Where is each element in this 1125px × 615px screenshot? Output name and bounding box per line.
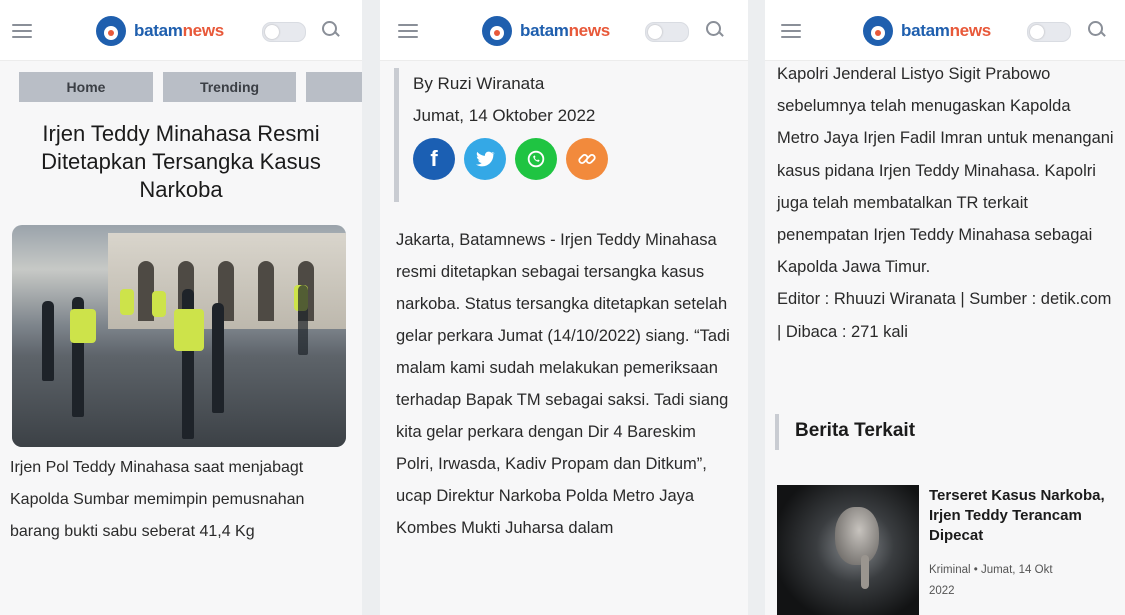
phone-screen-2: batamnews By Ruzi Wiranata Jumat, 14 Okt… xyxy=(380,0,748,615)
logo-text-news: news xyxy=(949,21,992,40)
whatsapp-icon xyxy=(527,150,545,168)
share-facebook-button[interactable]: f xyxy=(413,138,455,180)
logo-text-news: news xyxy=(568,21,611,40)
search-icon[interactable] xyxy=(705,20,723,40)
article-body: Jakarta, Batamnews - Irjen Teddy Minahas… xyxy=(396,231,730,537)
related-section-title: Berita Terkait xyxy=(795,420,916,441)
logo-mark-icon xyxy=(482,16,512,46)
search-icon[interactable] xyxy=(321,20,339,40)
search-icon[interactable] xyxy=(1087,20,1105,40)
publish-date: Jumat, 14 Oktober 2022 xyxy=(413,106,596,125)
link-icon xyxy=(578,154,596,164)
share-whatsapp-button[interactable] xyxy=(515,138,557,180)
share-copy-link-button[interactable] xyxy=(566,138,608,180)
related-headline-link[interactable]: Terseret Kasus Narkoba, Irjen Teddy Tera… xyxy=(929,486,1109,546)
logo-text-news: news xyxy=(182,21,225,40)
dark-mode-toggle[interactable] xyxy=(262,22,306,42)
phone-screen-3: batamnews Kapolri Jenderal Listyo Sigit … xyxy=(765,0,1125,615)
meta-accent-bar xyxy=(394,68,399,202)
site-logo[interactable]: batamnews xyxy=(482,14,610,48)
article-photo xyxy=(12,225,346,447)
nav-home-button[interactable]: Home xyxy=(19,72,153,102)
article-body-continued: Kapolri Jenderal Listyo Sigit Prabowo se… xyxy=(777,58,1115,348)
related-accent-bar xyxy=(775,414,779,450)
top-header: batamnews xyxy=(0,0,362,61)
logo-text-batam: batam xyxy=(134,21,183,40)
photo-caption: Irjen Pol Teddy Minahasa saat menjabagt … xyxy=(10,459,305,540)
logo-text-batam: batam xyxy=(520,21,569,40)
share-twitter-button[interactable] xyxy=(464,138,506,180)
related-thumbnail[interactable] xyxy=(777,485,919,615)
top-header: batamnews xyxy=(380,0,748,61)
related-meta: Kriminal • Jumat, 14 Okt 2022 xyxy=(929,564,1053,597)
top-header: batamnews xyxy=(765,0,1125,61)
logo-text-batam: batam xyxy=(901,21,950,40)
twitter-icon xyxy=(475,151,496,167)
logo-mark-icon xyxy=(863,16,893,46)
article-text: Kapolri Jenderal Listyo Sigit Prabowo se… xyxy=(777,65,1114,277)
site-logo[interactable]: batamnews xyxy=(863,14,991,48)
menu-icon[interactable] xyxy=(781,24,801,38)
dark-mode-toggle[interactable] xyxy=(1027,22,1071,42)
article-headline: Irjen Teddy Minahasa Resmi Ditetapkan Te… xyxy=(41,121,321,202)
nav-next-button[interactable] xyxy=(306,72,362,102)
author-byline: By Ruzi Wiranata xyxy=(413,74,545,93)
nav-trending-button[interactable]: Trending xyxy=(163,72,296,102)
menu-icon[interactable] xyxy=(398,24,418,38)
facebook-icon: f xyxy=(430,146,438,171)
phone-screen-1: batamnews Home Trending Irjen Teddy Mina… xyxy=(0,0,362,615)
site-logo[interactable]: batamnews xyxy=(96,14,224,48)
dark-mode-toggle[interactable] xyxy=(645,22,689,42)
editor-source-line: Editor : Rhuuzi Wiranata | Sumber : deti… xyxy=(777,290,1112,341)
logo-mark-icon xyxy=(96,16,126,46)
menu-icon[interactable] xyxy=(12,24,32,38)
